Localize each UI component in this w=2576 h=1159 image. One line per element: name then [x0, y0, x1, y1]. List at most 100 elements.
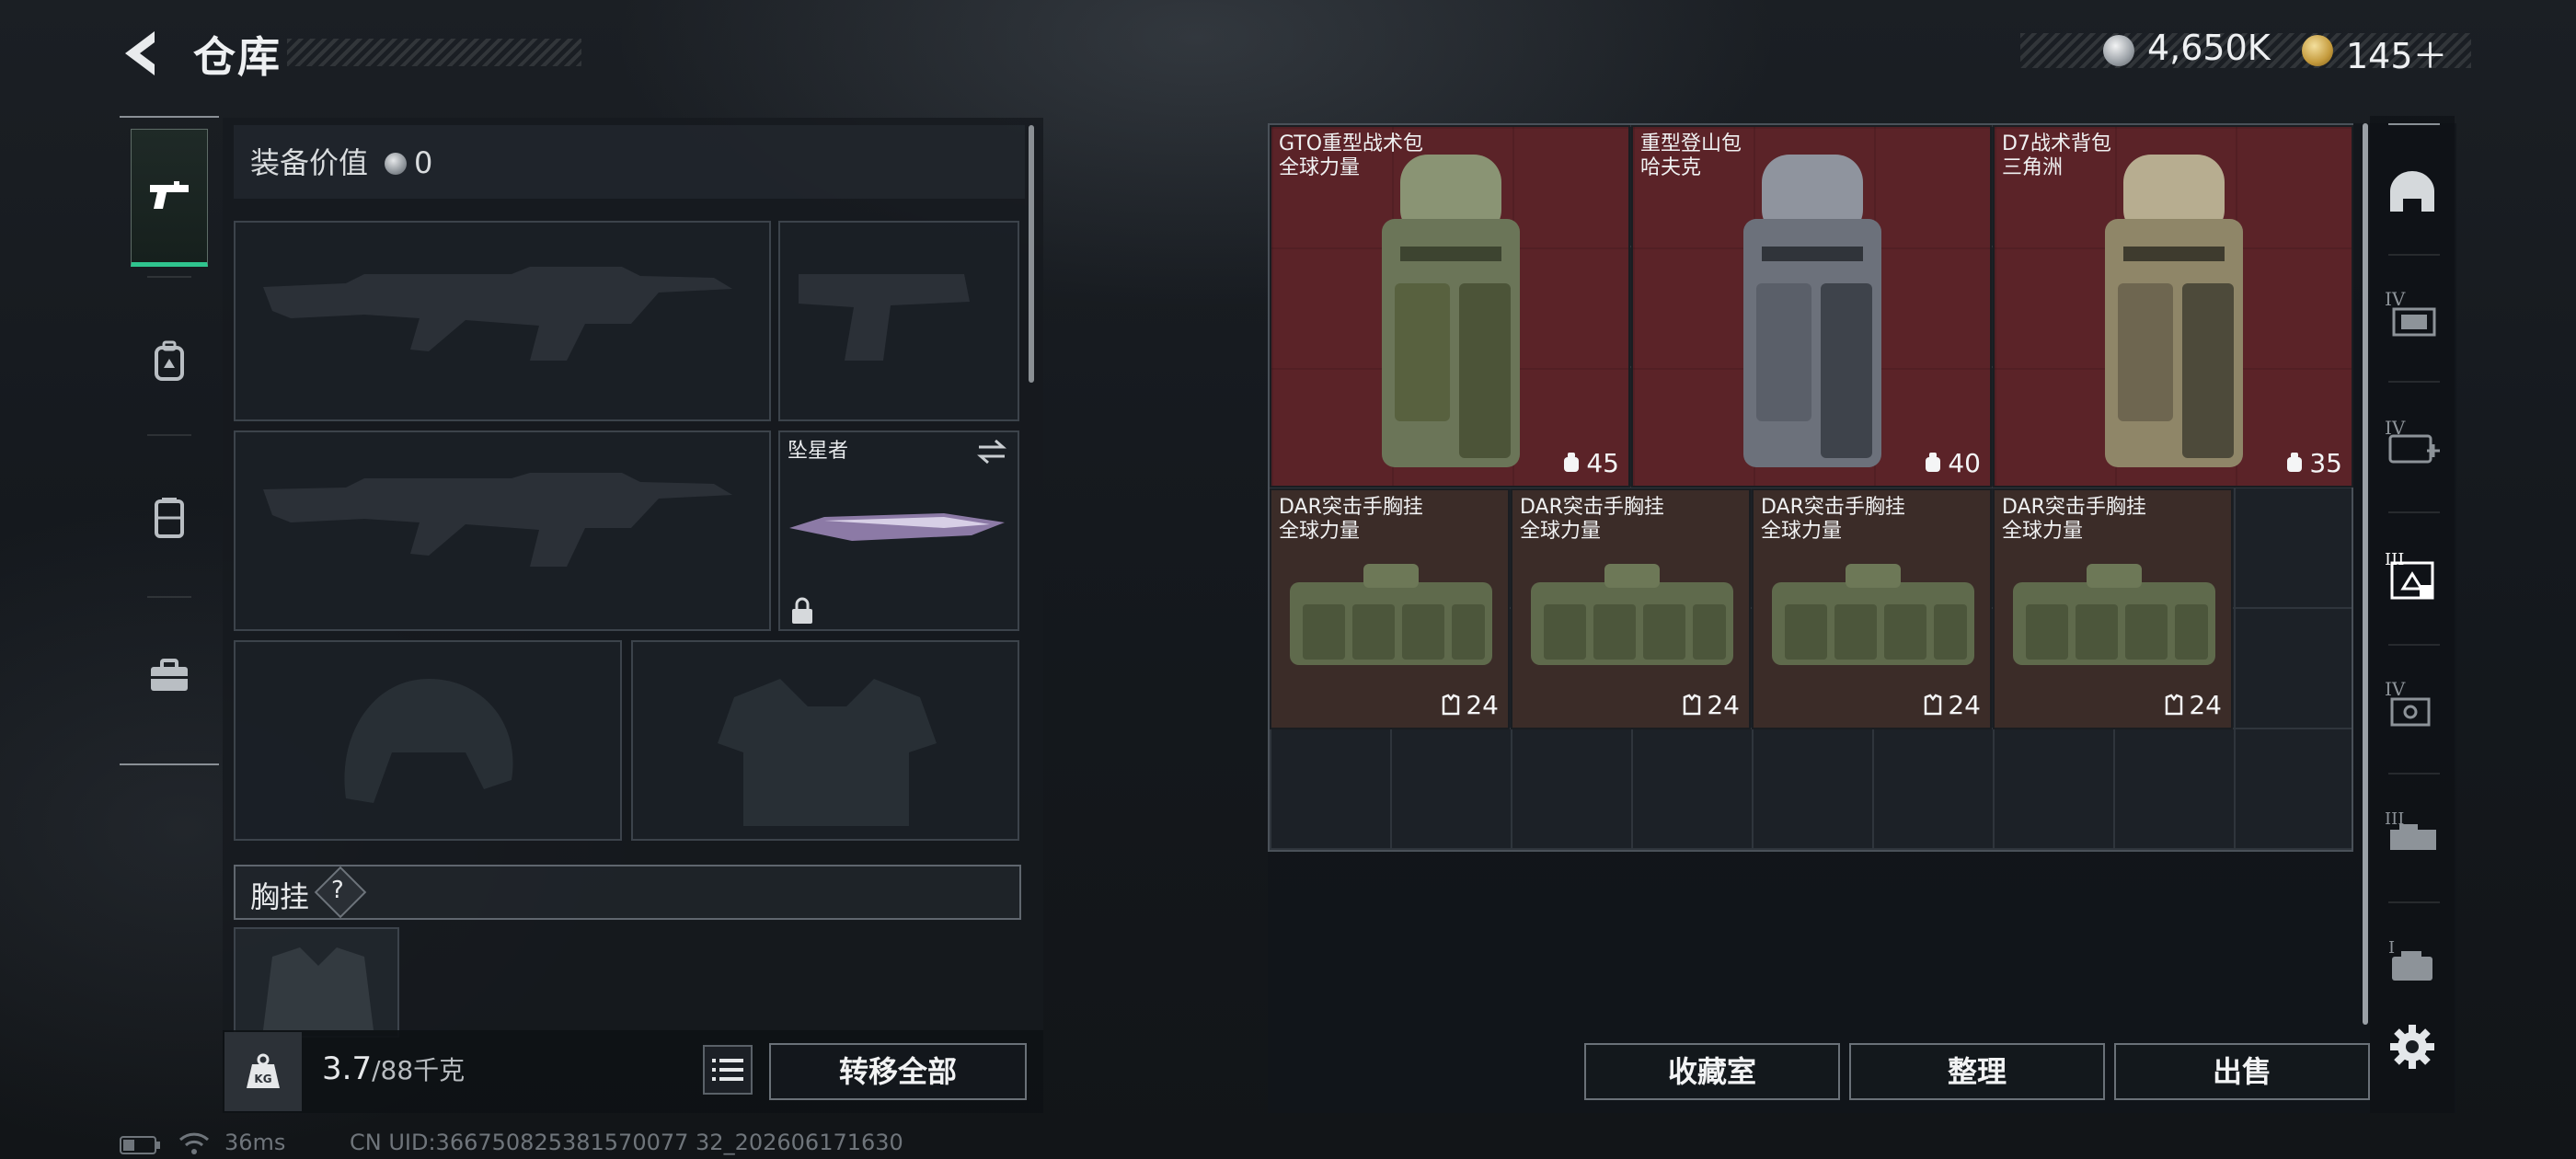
stash-item-backpack[interactable]: 重型登山包 哈夫克 40	[1631, 125, 1992, 488]
knife-icon	[788, 504, 1008, 554]
vest-capacity-icon	[1442, 692, 1460, 722]
transfer-all-button[interactable]: 转移全部	[769, 1043, 1027, 1100]
chest-rig-image	[1290, 564, 1492, 665]
capacity-icon	[1924, 450, 1942, 480]
stash-item-chest-rig[interactable]: DAR突击手胸挂 全球力量 24	[1993, 488, 2233, 729]
vest-capacity-icon	[1683, 692, 1701, 722]
stash-item-chest-rig[interactable]: DAR突击手胸挂 全球力量 24	[1511, 488, 1751, 729]
list-icon	[712, 1059, 743, 1081]
item-faction: 全球力量	[1520, 520, 1602, 543]
gold-coin-icon	[2302, 35, 2333, 66]
capacity-icon	[1562, 450, 1581, 480]
stash-item-backpack[interactable]: GTO重型战术包 全球力量 45	[1270, 125, 1630, 488]
chest-rig-image	[1772, 564, 1974, 665]
backpack-image	[1743, 155, 1881, 467]
wifi-icon	[178, 1131, 210, 1159]
sell-button[interactable]: 出售	[2114, 1043, 2370, 1100]
armor-lvl-4-icon[interactable]: IV	[2377, 276, 2447, 350]
lock-icon	[789, 596, 815, 629]
ping-readout: 36ms	[224, 1130, 286, 1155]
weight-current: 3.7	[322, 1050, 373, 1087]
back-arrow-icon	[125, 31, 155, 75]
medkit-lvl-4-icon[interactable]: IV	[2377, 405, 2447, 478]
chest-rig-label: 胸挂	[250, 879, 310, 914]
capacity-icon	[2285, 450, 2304, 480]
primary-weapon-slot[interactable]	[234, 221, 771, 421]
item-capacity: 24	[1466, 690, 1499, 720]
rail-divider	[2388, 773, 2440, 775]
vest-capacity-icon	[2165, 692, 2183, 722]
item-faction: 全球力量	[1761, 520, 1843, 543]
stash-item-chest-rig[interactable]: DAR突击手胸挂 全球力量 24	[1270, 488, 1510, 729]
helmet-silhouette-icon	[344, 679, 513, 803]
stash-item-backpack[interactable]: D7战术背包 三角洲 35	[1993, 125, 2353, 488]
stash-item-chest-rig[interactable]: DAR突击手胸挂 全球力量 24	[1752, 488, 1992, 729]
tab-chest-rigs[interactable]	[131, 449, 208, 587]
weight-icon: KG	[224, 1032, 302, 1111]
sidearm-slot[interactable]	[778, 221, 1019, 421]
settings-icon[interactable]	[2377, 1010, 2447, 1084]
item-name: DAR突击手胸挂	[1761, 496, 1905, 519]
rifle-silhouette-icon	[263, 267, 732, 361]
rail-divider	[2388, 901, 2440, 903]
sort-button[interactable]: 整理	[1849, 1043, 2105, 1100]
item-capacity: 45	[1586, 448, 1619, 478]
stash-scrollbar[interactable]	[2363, 123, 2368, 1025]
vest-capacity-icon	[1924, 692, 1942, 722]
rig-lvl-3-icon[interactable]: III	[2377, 537, 2447, 611]
pistol-icon	[150, 181, 189, 209]
case-lvl-3-icon[interactable]: III	[2377, 795, 2447, 868]
tab-toolbox[interactable]	[131, 607, 208, 745]
svg-text:I: I	[2388, 938, 2395, 958]
title-decoration	[287, 39, 581, 66]
swap-icon[interactable]	[975, 438, 1008, 469]
help-icon: ?	[331, 877, 344, 904]
helmet-filter-icon[interactable]	[2377, 155, 2447, 228]
item-capacity: 24	[2189, 690, 2222, 720]
item-capacity: 24	[1948, 690, 1981, 720]
chest-rig-slot[interactable]	[234, 927, 399, 1038]
equipment-value-label: 装备价值	[250, 145, 369, 180]
item-capacity: 35	[2309, 448, 2342, 478]
loadout-scrollbar[interactable]	[1029, 125, 1034, 383]
svg-text:KG: KG	[254, 1073, 271, 1085]
armor-slot[interactable]	[631, 640, 1019, 841]
box-lvl-1-icon[interactable]: I	[2377, 924, 2447, 997]
rail-divider	[147, 276, 191, 278]
rail-divider	[2388, 511, 2440, 513]
chest-rig-image	[2013, 564, 2215, 665]
rail-divider	[147, 596, 191, 598]
item-faction: 全球力量	[1279, 520, 1361, 543]
page-title: 仓库	[193, 32, 282, 82]
equipment-value-amount: 0	[414, 145, 433, 180]
item-name: DAR突击手胸挂	[1520, 496, 1664, 519]
tab-weapons[interactable]	[131, 129, 208, 267]
collection-room-button[interactable]: 收藏室	[1584, 1043, 1840, 1100]
tab-backpacks[interactable]	[131, 293, 208, 430]
secondary-weapon-slot[interactable]	[234, 430, 771, 631]
weight-max: /88千克	[372, 1055, 466, 1085]
backpack-image	[2105, 155, 2243, 467]
back-button[interactable]	[118, 28, 162, 79]
list-view-button[interactable]	[703, 1045, 753, 1095]
helmet-slot[interactable]	[234, 640, 622, 841]
item-capacity: 24	[1707, 690, 1740, 720]
item-name: DAR突击手胸挂	[1279, 496, 1423, 519]
gold-amount[interactable]: 145＋	[2346, 28, 2448, 78]
rail-divider	[147, 434, 191, 436]
chest-rig-image	[1531, 564, 1733, 665]
toolbox-icon	[151, 659, 188, 691]
melee-name: 坠星者	[788, 440, 849, 463]
rail-divider	[2388, 644, 2440, 646]
storage-lvl-4-icon[interactable]: IV	[2377, 666, 2447, 740]
vest-silhouette-icon	[263, 947, 374, 1030]
item-capacity: 40	[1948, 448, 1981, 478]
uid-readout: CN UID:366750825381570077 32_20260617163…	[350, 1130, 903, 1155]
weight-readout: 3.7/88千克	[322, 1050, 465, 1087]
svg-text:IV: IV	[2385, 678, 2406, 700]
svg-text:III: III	[2385, 550, 2404, 569]
rail-divider	[2388, 123, 2440, 125]
backpack-image	[1382, 155, 1520, 467]
pistol-silhouette-icon	[799, 274, 970, 361]
equipment-value: 装备价值 0	[234, 125, 1025, 199]
